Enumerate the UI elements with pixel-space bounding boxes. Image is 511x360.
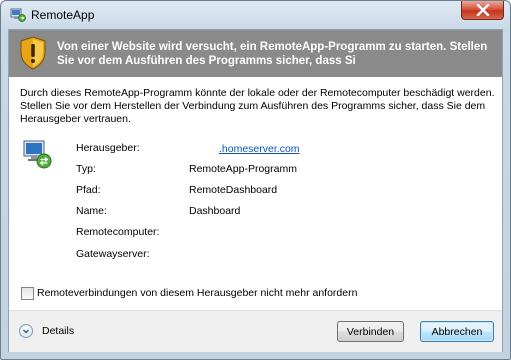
gateway-server-label: Gatewayserver: (76, 248, 150, 260)
expand-button[interactable] (19, 324, 33, 338)
remote-computer-label: Remotecomputer: (76, 226, 160, 238)
dont-ask-again-label[interactable]: Remoteverbindungen von diesem Herausgebe… (37, 287, 357, 299)
close-button[interactable] (461, 1, 504, 20)
redacted-region (189, 142, 219, 152)
name-value: Dashboard (189, 205, 241, 217)
publisher-link[interactable]: .homeserver.com (189, 142, 300, 155)
dont-ask-again-checkbox[interactable] (21, 287, 34, 300)
title-bar[interactable]: RemoteApp (1, 1, 510, 29)
warning-banner: Von einer Website wird versucht, ein Rem… (9, 30, 502, 77)
connect-button[interactable]: Verbinden (337, 321, 404, 342)
type-label: Typ: (76, 163, 96, 175)
path-value: RemoteDashboard (189, 184, 278, 196)
window-title: RemoteApp (31, 8, 95, 22)
banner-message: Von einer Website wird versucht, ein Rem… (57, 41, 488, 67)
redacted-region (189, 222, 259, 260)
remoteapp-dialog: RemoteApp Von einer Website wird versuch… (0, 0, 511, 360)
shield-warning-icon (20, 36, 46, 70)
dialog-footer: Details Verbinden Abbrechen (9, 310, 502, 352)
details-label[interactable]: Details (42, 325, 74, 337)
remoteapp-icon (10, 8, 26, 22)
name-label: Name: (76, 205, 107, 217)
type-value: RemoteApp-Programm (189, 163, 297, 175)
close-icon (476, 4, 490, 16)
dialog-content: Von einer Website wird versucht, ein Rem… (8, 29, 503, 352)
remote-computer-icon (23, 140, 52, 169)
cancel-button[interactable]: Abbrechen (420, 321, 494, 342)
description-text: Durch dieses RemoteApp-Programm könnte d… (20, 87, 495, 125)
publisher-label: Herausgeber: (76, 142, 140, 154)
chevron-down-icon (22, 329, 30, 334)
path-label: Pfad: (76, 184, 101, 196)
publisher-value: .homeserver.com (219, 143, 300, 155)
